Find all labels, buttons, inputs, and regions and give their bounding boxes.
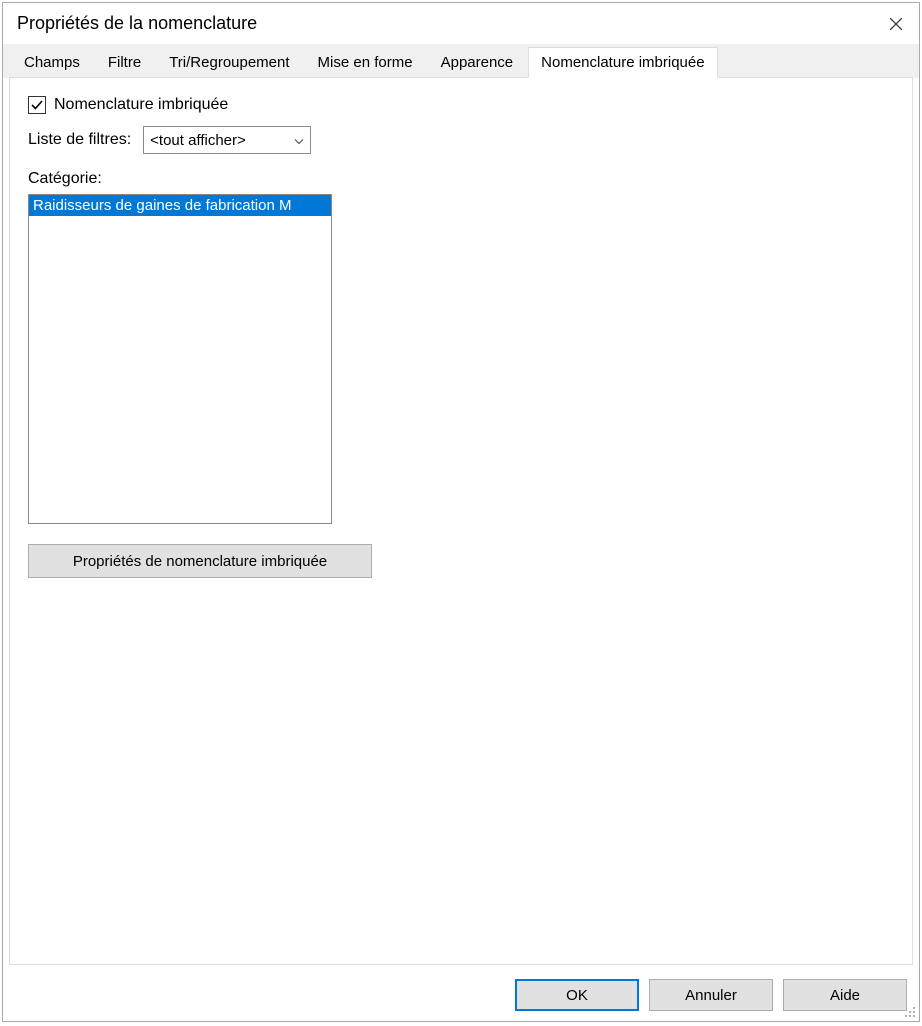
- dialog-footer: OK Annuler Aide: [3, 971, 919, 1021]
- nested-schedule-properties-button[interactable]: Propriétés de nomenclature imbriquée: [28, 544, 372, 578]
- tab-champs[interactable]: Champs: [11, 47, 93, 78]
- nested-schedule-checkbox[interactable]: [28, 96, 46, 114]
- tab-panel: Nomenclature imbriquée Liste de filtres:…: [9, 77, 913, 965]
- category-label: Catégorie:: [28, 170, 894, 188]
- window-title: Propriétés de la nomenclature: [17, 11, 257, 34]
- list-item[interactable]: Raidisseurs de gaines de fabrication M: [29, 195, 331, 216]
- close-icon: [890, 18, 902, 30]
- checkbox-label: Nomenclature imbriquée: [54, 96, 228, 114]
- titlebar: Propriétés de la nomenclature: [3, 3, 919, 44]
- dialog-window: Propriétés de la nomenclature Champs Fil…: [2, 2, 920, 1022]
- close-button[interactable]: [887, 15, 905, 33]
- checkmark-icon: [30, 98, 44, 112]
- help-button[interactable]: Aide: [783, 979, 907, 1011]
- ok-button[interactable]: OK: [515, 979, 639, 1011]
- dropdown-value: <tout afficher>: [150, 132, 246, 149]
- tabstrip: Champs Filtre Tri/Regroupement Mise en f…: [3, 44, 919, 78]
- tab-mise-en-forme[interactable]: Mise en forme: [305, 47, 426, 78]
- tab-nomenclature-imbriquee[interactable]: Nomenclature imbriquée: [528, 47, 717, 78]
- filter-list-dropdown[interactable]: <tout afficher>: [143, 126, 311, 154]
- tab-tri-regroupement[interactable]: Tri/Regroupement: [156, 47, 302, 78]
- tab-filtre[interactable]: Filtre: [95, 47, 154, 78]
- cancel-button[interactable]: Annuler: [649, 979, 773, 1011]
- tab-apparence[interactable]: Apparence: [428, 47, 527, 78]
- filter-list-label: Liste de filtres:: [28, 131, 131, 149]
- resize-grip[interactable]: [903, 1005, 917, 1019]
- chevron-down-icon: [294, 132, 304, 149]
- checkbox-row: Nomenclature imbriquée: [28, 96, 894, 114]
- filter-row: Liste de filtres: <tout afficher>: [28, 126, 894, 154]
- category-listbox[interactable]: Raidisseurs de gaines de fabrication M: [28, 194, 332, 524]
